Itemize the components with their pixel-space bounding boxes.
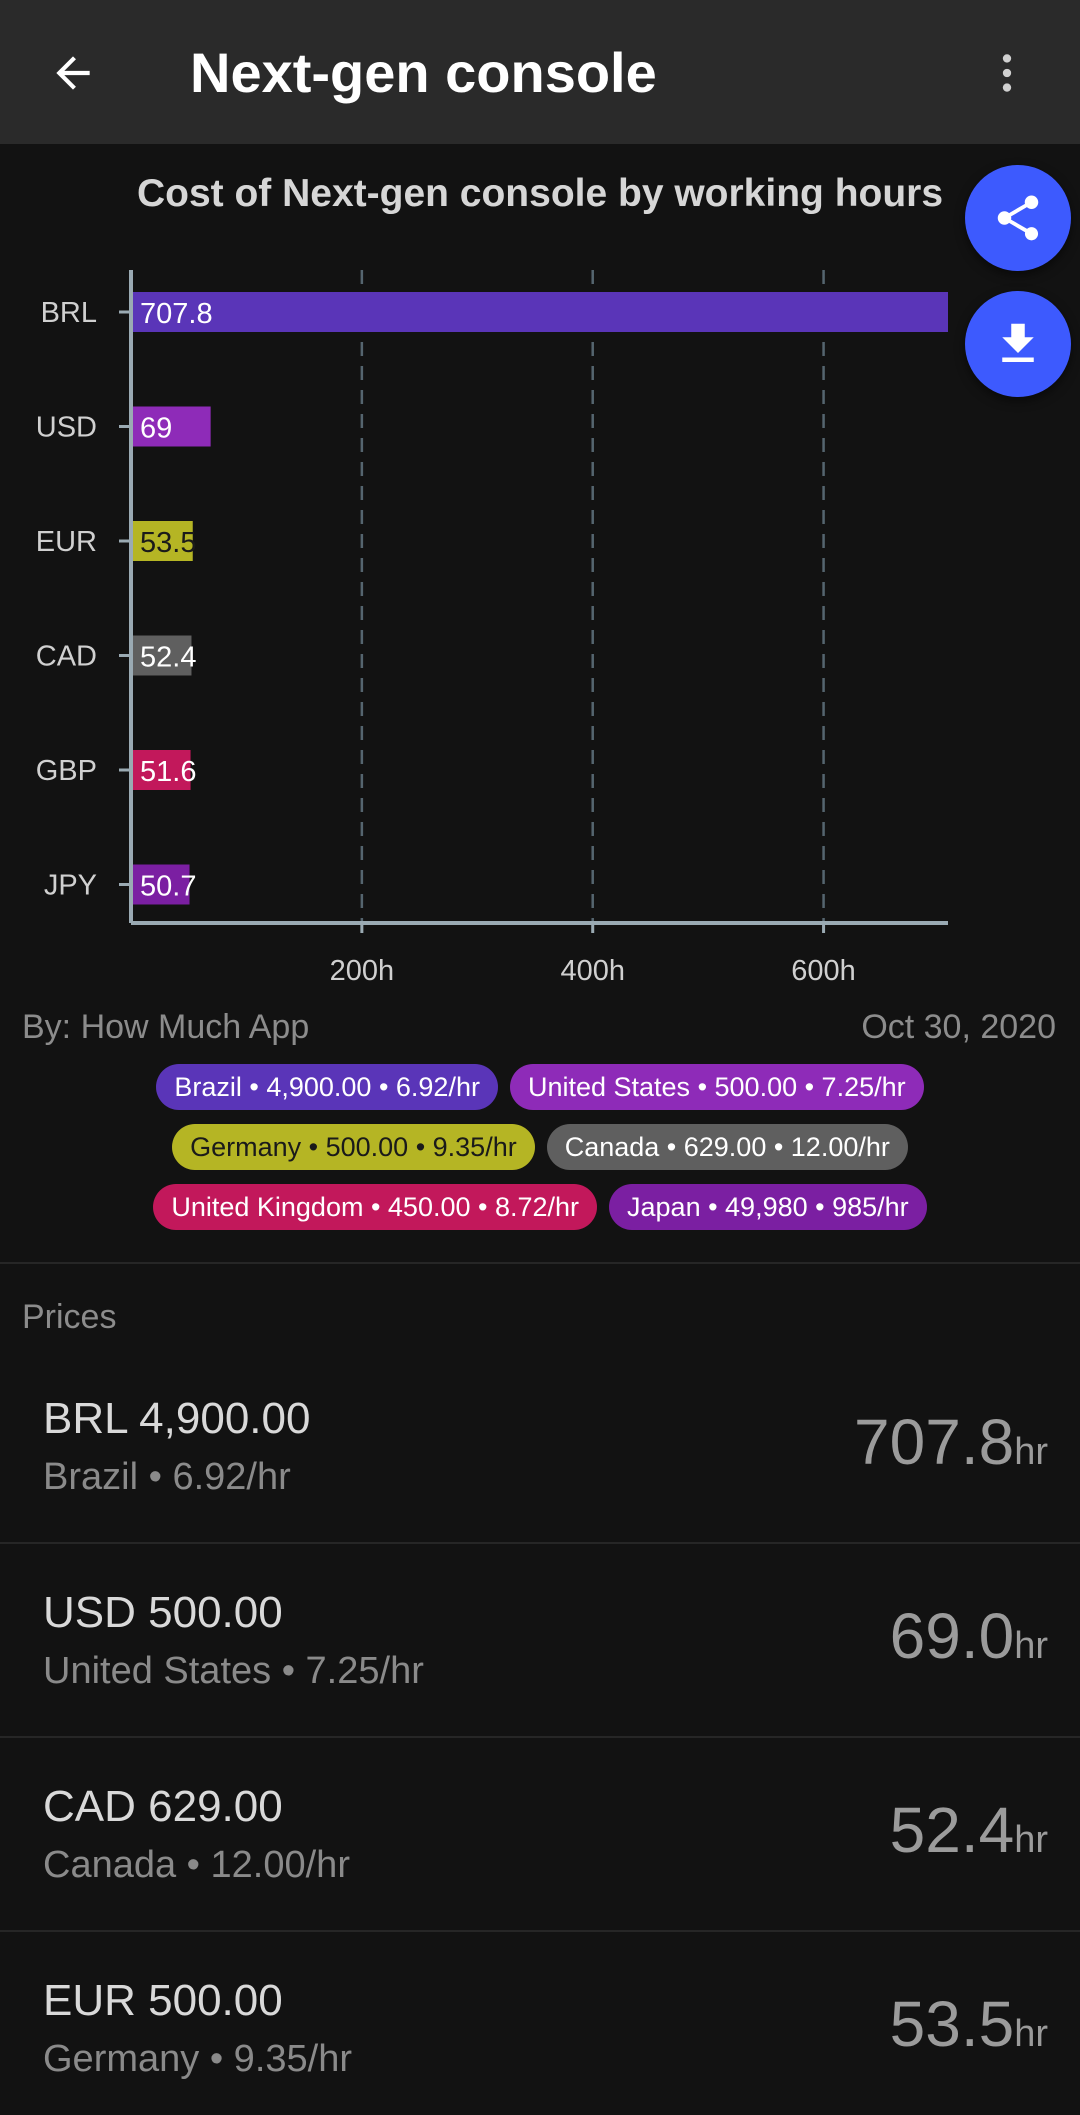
section-label-prices: Prices bbox=[22, 1298, 117, 1336]
back-button[interactable] bbox=[36, 36, 110, 110]
more-vert-icon bbox=[1002, 54, 1012, 92]
legend-chip: Canada • 629.00 • 12.00/hr bbox=[546, 1124, 908, 1170]
share-icon bbox=[997, 195, 1039, 241]
price-country-rate: Canada • 12.00/hr bbox=[43, 1844, 350, 1886]
price-amount: USD 500.00 bbox=[43, 1588, 283, 1637]
overflow-menu-button[interactable] bbox=[970, 36, 1044, 110]
legend-row: United Kingdom • 450.00 • 8.72/hr Japan •… bbox=[0, 1184, 1080, 1230]
price-list-item[interactable]: EUR 500.00 Germany • 9.35/hr 53.5hr bbox=[0, 1932, 1080, 2115]
price-hours: 707.8hr bbox=[854, 1405, 1048, 1479]
price-country-rate: Brazil • 6.92/hr bbox=[43, 1456, 291, 1498]
source-credit: By: How Much App bbox=[22, 1008, 310, 1046]
data-label: 51.6 bbox=[140, 756, 196, 788]
price-list-item[interactable]: USD 500.00 United States • 7.25/hr 69.0hr bbox=[0, 1544, 1080, 1738]
data-label: 52.4 bbox=[140, 642, 196, 674]
x-tick-label: 600h bbox=[791, 955, 856, 987]
hours-value: 69.0 bbox=[889, 1600, 1015, 1672]
price-amount: BRL 4,900.00 bbox=[43, 1394, 311, 1443]
app-bar: Next-gen console bbox=[0, 0, 1080, 144]
section-divider bbox=[0, 1262, 1080, 1264]
legend-row: Brazil • 4,900.00 • 6.92/hr United States… bbox=[0, 1064, 1080, 1110]
bar-chart: 200h 400h 600h BRL 707.8 USD 69 EUR 53.5 CAD 52.4 G… bbox=[36, 270, 948, 987]
price-hours: 52.4hr bbox=[890, 1793, 1048, 1867]
y-tick-label: GBP bbox=[36, 755, 97, 787]
hours-value: 52.4 bbox=[889, 1794, 1015, 1866]
arrow-back-icon bbox=[56, 56, 90, 90]
data-label: 53.5 bbox=[140, 527, 196, 559]
data-label: 50.7 bbox=[140, 871, 196, 903]
data-label: 707.8 bbox=[140, 298, 213, 330]
price-country-rate: Germany • 9.35/hr bbox=[43, 2038, 352, 2080]
hours-unit: hr bbox=[1014, 1625, 1048, 1667]
y-tick-label: CAD bbox=[36, 641, 97, 673]
legend: Brazil • 4,900.00 • 6.92/hr United States… bbox=[0, 1064, 1080, 1244]
price-amount: EUR 500.00 bbox=[43, 1976, 283, 2025]
y-tick-label: EUR bbox=[36, 526, 97, 558]
share-button[interactable] bbox=[965, 165, 1071, 271]
legend-chip: Germany • 500.00 • 9.35/hr bbox=[172, 1124, 535, 1170]
chart-panel: 200h 400h 600h BRL 707.8 USD 69 EUR 53.5 CAD 52.4 G… bbox=[0, 144, 1080, 1262]
download-icon bbox=[1002, 323, 1034, 362]
hours-value: 53.5 bbox=[889, 1988, 1015, 2060]
hours-unit: hr bbox=[1014, 2013, 1048, 2055]
chart-title: Cost of Next-gen console by working hour… bbox=[136, 172, 944, 215]
price-amount: CAD 629.00 bbox=[43, 1782, 283, 1831]
data-label: 69 bbox=[140, 413, 172, 445]
legend-chip: Japan • 49,980 • 985/hr bbox=[609, 1184, 927, 1230]
price-list: BRL 4,900.00 Brazil • 6.92/hr 707.8hr USD 5… bbox=[0, 1350, 1080, 2115]
legend-chip: United States • 500.00 • 7.25/hr bbox=[509, 1064, 924, 1110]
hours-unit: hr bbox=[1014, 1819, 1048, 1861]
legend-chip: Brazil • 4,900.00 • 6.92/hr bbox=[156, 1064, 498, 1110]
download-button[interactable] bbox=[965, 291, 1071, 397]
price-hours: 69.0hr bbox=[890, 1599, 1048, 1673]
x-tick-label: 400h bbox=[560, 955, 625, 987]
legend-chip: United Kingdom • 450.00 • 8.72/hr bbox=[153, 1184, 598, 1230]
x-tick-label: 200h bbox=[330, 955, 395, 987]
bar bbox=[131, 292, 948, 332]
y-tick-label: USD bbox=[36, 412, 97, 444]
legend-row: Germany • 500.00 • 9.35/hr Canada • 629.0… bbox=[0, 1124, 1080, 1170]
price-country-rate: United States • 7.25/hr bbox=[43, 1650, 424, 1692]
hours-unit: hr bbox=[1014, 1431, 1048, 1473]
price-hours: 53.5hr bbox=[890, 1987, 1048, 2061]
y-tick-label: JPY bbox=[44, 870, 97, 902]
chart-date: Oct 30, 2020 bbox=[861, 1008, 1056, 1046]
hours-value: 707.8 bbox=[854, 1406, 1015, 1478]
price-list-item[interactable]: CAD 629.00 Canada • 12.00/hr 52.4hr bbox=[0, 1738, 1080, 1932]
y-tick-label: BRL bbox=[41, 297, 97, 329]
price-list-item[interactable]: BRL 4,900.00 Brazil • 6.92/hr 707.8hr bbox=[0, 1350, 1080, 1544]
page-title: Next-gen console bbox=[190, 41, 657, 104]
